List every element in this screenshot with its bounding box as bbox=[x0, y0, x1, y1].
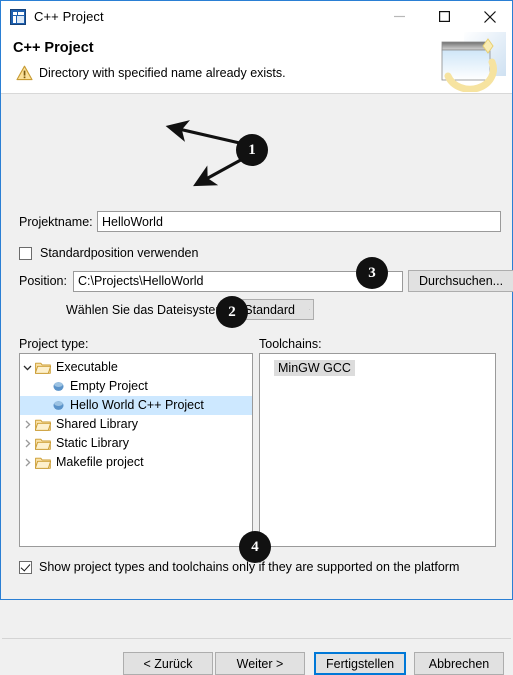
next-button[interactable]: Weiter > bbox=[215, 652, 305, 675]
folder-open-icon bbox=[35, 457, 51, 469]
location-input[interactable] bbox=[73, 270, 403, 292]
default-location-checkbox[interactable] bbox=[19, 246, 32, 260]
window-title: C++ Project bbox=[34, 9, 104, 24]
new-project-banner-icon bbox=[441, 32, 506, 92]
folder-open-icon bbox=[35, 419, 51, 431]
tree-item-shared-library[interactable]: Shared Library bbox=[20, 415, 252, 434]
toolchain-item-label: MinGW GCC bbox=[274, 359, 355, 376]
filesystem-row: Wählen Sie das Dateisystem: Standard bbox=[66, 299, 315, 320]
folder-open-icon bbox=[35, 362, 51, 374]
chevron-down-icon bbox=[309, 309, 311, 310]
tree-item-executable[interactable]: Executable bbox=[20, 358, 252, 377]
window-controls bbox=[377, 1, 512, 32]
header-status-message: Directory with specified name already ex… bbox=[39, 66, 286, 80]
cpp-project-dialog: C++ Project C++ Project Directory with s… bbox=[0, 0, 513, 675]
tree-item-label: Shared Library bbox=[56, 417, 138, 431]
chevron-down-icon[interactable] bbox=[20, 358, 35, 377]
tree-item-empty-project[interactable]: Empty Project bbox=[20, 377, 252, 396]
tree-item-label: Makefile project bbox=[56, 455, 144, 469]
sphere-bullet-icon bbox=[53, 401, 64, 410]
footer-divider bbox=[2, 638, 511, 639]
filesystem-select[interactable]: Standard bbox=[236, 299, 315, 320]
finish-button[interactable]: Fertigstellen bbox=[314, 652, 406, 675]
project-type-tree[interactable]: Executable Empty Project Hello World C++ P… bbox=[19, 353, 253, 547]
filesystem-label: Wählen Sie das Dateisystem: bbox=[66, 302, 230, 317]
sphere-bullet-icon bbox=[53, 382, 64, 391]
annotation-badge-3: 3 bbox=[357, 258, 387, 288]
toolchains-list[interactable]: MinGW GCC bbox=[259, 353, 496, 547]
project-name-input[interactable] bbox=[97, 211, 501, 232]
platform-filter-label: Show project types and toolchains only i… bbox=[39, 560, 460, 574]
project-name-label: Projektname: bbox=[19, 214, 93, 229]
folder-open-icon bbox=[35, 438, 51, 450]
tree-item-label: Empty Project bbox=[70, 379, 148, 393]
dialog-header: C++ Project Directory with specified nam… bbox=[1, 32, 512, 94]
tree-item-label: Executable bbox=[56, 360, 118, 374]
warning-icon bbox=[16, 65, 33, 81]
chevron-right-icon[interactable] bbox=[20, 434, 35, 453]
tree-item-label: Static Library bbox=[56, 436, 129, 450]
location-label: Position: bbox=[19, 274, 67, 288]
tree-item-hello-world-c-project[interactable]: Hello World C++ Project bbox=[20, 396, 252, 415]
cancel-button[interactable]: Abbrechen bbox=[414, 652, 504, 675]
tree-item-static-library[interactable]: Static Library bbox=[20, 434, 252, 453]
page-title: C++ Project bbox=[13, 40, 94, 56]
project-name-row: Projektname: bbox=[19, 211, 501, 232]
default-location-checkbox-row[interactable]: Standardposition verwenden bbox=[19, 246, 198, 260]
location-row: Position: Durchsuchen... bbox=[19, 270, 513, 292]
chevron-right-icon[interactable] bbox=[20, 415, 35, 434]
maximize-icon[interactable] bbox=[422, 1, 467, 32]
annotation-badge-1: 1 bbox=[237, 135, 267, 165]
cpp-project-icon bbox=[10, 8, 26, 25]
tree-item-makefile-project[interactable]: Makefile project bbox=[20, 453, 252, 472]
browse-button[interactable]: Durchsuchen... bbox=[408, 270, 513, 292]
default-location-label: Standardposition verwenden bbox=[40, 246, 199, 260]
close-icon[interactable] bbox=[467, 1, 512, 32]
toolchains-group-label: Toolchains: bbox=[259, 337, 322, 351]
annotation-badge-2: 2 bbox=[217, 297, 247, 327]
chevron-right-icon[interactable] bbox=[20, 453, 35, 472]
platform-filter-row[interactable]: Show project types and toolchains only i… bbox=[19, 560, 459, 574]
minimize-icon[interactable] bbox=[377, 1, 422, 32]
title-bar: C++ Project bbox=[1, 1, 512, 32]
back-button[interactable]: < Zurück bbox=[123, 652, 213, 675]
filesystem-select-value: Standard bbox=[244, 302, 295, 317]
project-type-group-label: Project type: bbox=[19, 337, 89, 351]
footer-buttons: < Zurück Weiter > Fertigstellen Abbreche… bbox=[123, 652, 504, 675]
tree-item-label: Hello World C++ Project bbox=[70, 396, 204, 415]
toolchain-item-mingw-gcc[interactable]: MinGW GCC bbox=[260, 358, 495, 377]
platform-filter-checkbox[interactable] bbox=[19, 560, 32, 574]
annotation-badge-4: 4 bbox=[240, 532, 270, 562]
